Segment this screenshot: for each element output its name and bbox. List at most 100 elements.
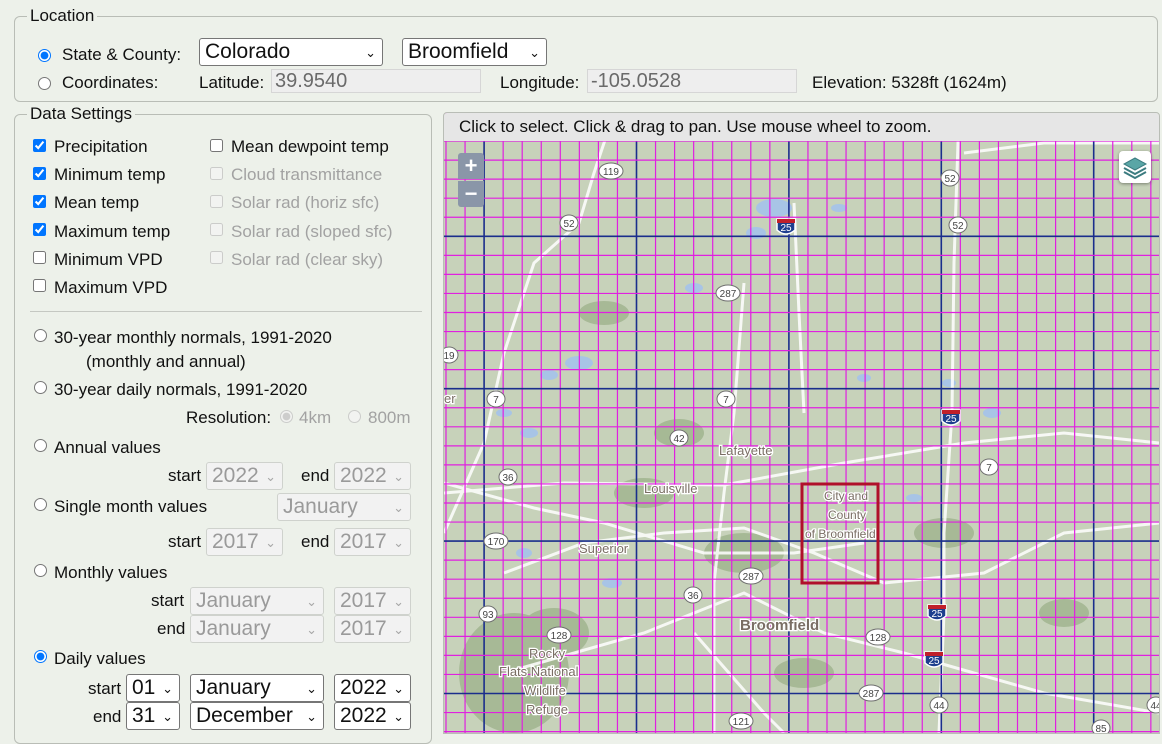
annual-values-label: Annual values [54, 438, 161, 457]
place-label-broomfield: Broomfield [740, 617, 819, 634]
annual-start-value: 2022 [212, 464, 259, 487]
daily-end-month-select[interactable]: December ⌄ [190, 702, 324, 730]
monthly-normals-radio[interactable] [34, 329, 47, 342]
precipitation-checkbox[interactable] [33, 139, 46, 152]
route-shield: 42 [669, 429, 689, 447]
maximum-vpd-label: Maximum VPD [54, 278, 168, 297]
mean-dewpoint-checkbox[interactable] [210, 139, 223, 152]
annual-start-label: start [168, 466, 202, 485]
maximum-temp-checkbox[interactable] [33, 223, 46, 236]
chevron-down-icon: ⌄ [393, 709, 404, 724]
chevron-down-icon: ⌄ [393, 500, 404, 515]
daily-end-day-select[interactable]: 31 ⌄ [126, 702, 180, 730]
single-month-radio[interactable] [34, 498, 47, 511]
longitude-label: Longitude: [500, 73, 580, 92]
latitude-field[interactable]: 39.9540 [271, 69, 481, 93]
map-panel[interactable]: Lafayette Louisville Superior Broomfield… [443, 112, 1160, 734]
single-month-start-value: 2017 [212, 530, 259, 553]
daily-start-label: start [88, 679, 122, 698]
route-shield: 52 [948, 216, 968, 234]
layers-button[interactable] [1119, 151, 1151, 183]
daily-start-year-select[interactable]: 2022 ⌄ [334, 674, 411, 702]
place-label-wildlife: Wildlife [524, 683, 566, 698]
cloud-transmittance-label: Cloud transmittance [231, 165, 383, 184]
monthly-normals-sub: (monthly and annual) [86, 352, 246, 371]
route-shield: 85 [1091, 719, 1111, 733]
single-month-label: Single month values [54, 497, 208, 516]
elevation-readout: Elevation: 5328ft (1624m) [812, 73, 1007, 92]
place-label-refuge: Refuge [526, 702, 568, 717]
daily-start-year-value: 2022 [340, 676, 387, 699]
single-month-select: January ⌄ [277, 493, 411, 521]
monthly-start-label: start [151, 591, 185, 610]
monthly-start-year-value: 2017 [340, 589, 387, 612]
zoom-out-button[interactable]: − [458, 181, 484, 207]
daily-end-year-select[interactable]: 2022 ⌄ [334, 702, 411, 730]
map-canvas[interactable]: Lafayette Louisville Superior Broomfield… [444, 113, 1159, 733]
solar-rad-clear-label: Solar rad (clear sky) [231, 250, 384, 269]
resolution-800m-radio [348, 410, 361, 423]
daily-normals-radio[interactable] [34, 381, 47, 394]
divider [30, 311, 422, 312]
daily-normals-label: 30-year daily normals, 1991-2020 [54, 380, 308, 399]
annual-end-label: end [301, 466, 330, 485]
chevron-down-icon: ⌄ [162, 681, 173, 696]
place-label-edge: er [444, 391, 456, 406]
route-shield-label: 170 [488, 537, 505, 548]
chevron-down-icon: ⌄ [393, 681, 404, 696]
daily-end-day-value: 31 [132, 704, 156, 727]
monthly-values-radio[interactable] [34, 564, 47, 577]
monthly-normals-label: 30-year monthly normals, 1991-2020 [54, 328, 332, 347]
route-shield-label: 119 [603, 167, 619, 178]
mean-temp-checkbox[interactable] [33, 195, 46, 208]
monthly-start-year-select: 2017 ⌄ [334, 587, 411, 615]
state-county-radio[interactable] [38, 49, 51, 62]
county-select[interactable]: Broomfield ⌄ [402, 38, 547, 66]
solar-rad-horiz-label: Solar rad (horiz sfc) [231, 193, 380, 212]
chevron-down-icon: ⌄ [265, 469, 276, 484]
state-select-value: Colorado [205, 40, 291, 63]
place-label-rocky: Rocky [529, 646, 566, 661]
mean-temp-label: Mean temp [54, 193, 140, 212]
minimum-vpd-checkbox[interactable] [33, 251, 46, 264]
interstate-shield: 25 [776, 218, 796, 235]
precipitation-label: Precipitation [54, 137, 148, 156]
route-shield: 121 [728, 712, 754, 730]
daily-end-label: end [93, 707, 122, 726]
route-shield: 7 [716, 390, 736, 408]
route-shield-label: 7 [986, 463, 992, 474]
daily-start-day-select[interactable]: 01 ⌄ [126, 674, 180, 702]
state-select[interactable]: Colorado ⌄ [199, 38, 383, 66]
solar-rad-horiz-checkbox [210, 195, 223, 208]
annual-end-value: 2022 [340, 464, 387, 487]
route-shield-label: 25 [931, 609, 943, 620]
longitude-field[interactable]: -105.0528 [587, 69, 797, 93]
annual-values-radio[interactable] [34, 439, 47, 452]
monthly-end-month-select: January ⌄ [190, 615, 324, 643]
zoom-in-button[interactable]: + [458, 153, 484, 179]
layers-icon [1122, 157, 1148, 180]
chevron-down-icon: ⌄ [393, 535, 404, 550]
chevron-down-icon: ⌄ [306, 622, 317, 637]
chevron-down-icon: ⌄ [393, 469, 404, 484]
daily-values-radio[interactable] [34, 650, 47, 663]
map-instructions: Click to select. Click & drag to pan. Us… [444, 113, 1159, 141]
minimum-vpd-label: Minimum VPD [54, 250, 163, 269]
maximum-vpd-checkbox[interactable] [33, 279, 46, 292]
route-shield-label: 287 [743, 572, 760, 583]
route-shield-label: 7 [493, 395, 499, 406]
route-shield: 170 [483, 532, 509, 550]
minimum-temp-label: Minimum temp [54, 165, 166, 184]
cloud-transmittance-checkbox [210, 167, 223, 180]
place-label-superior: Superior [579, 541, 629, 556]
place-label-lafayette: Lafayette [719, 443, 773, 458]
minimum-temp-checkbox[interactable] [33, 167, 46, 180]
monthly-end-label: end [157, 619, 186, 638]
route-shield: 7 [979, 458, 999, 476]
daily-start-day-value: 01 [132, 676, 156, 699]
route-shield: 128 [865, 628, 891, 646]
coordinates-radio[interactable] [38, 77, 51, 90]
daily-end-year-value: 2022 [340, 704, 387, 727]
monthly-start-month-select: January ⌄ [190, 587, 324, 615]
daily-start-month-select[interactable]: January ⌄ [190, 674, 324, 702]
